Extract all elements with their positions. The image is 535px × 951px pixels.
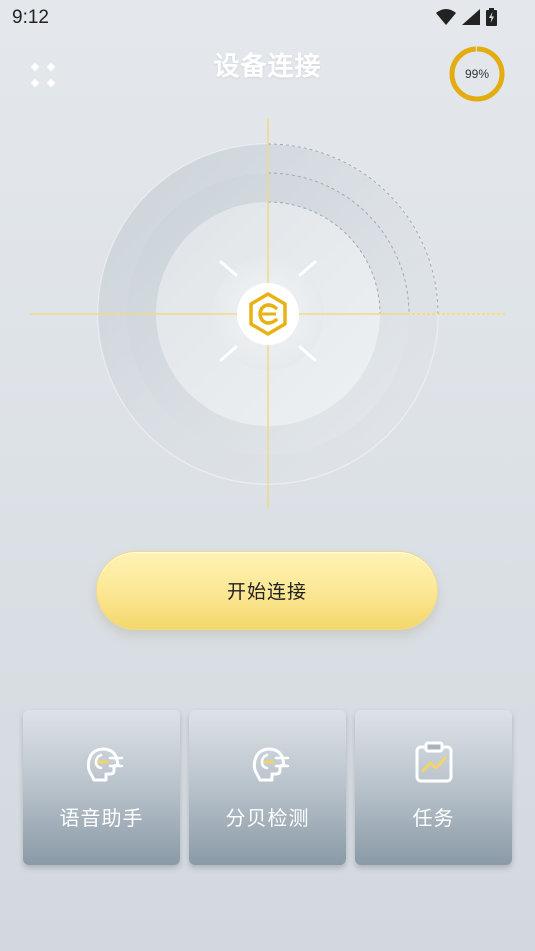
grid-dots-icon[interactable] <box>28 60 62 94</box>
voice-assistant-icon <box>86 747 123 782</box>
status-icons <box>436 8 497 26</box>
brand-logo-icon <box>237 283 299 345</box>
radar-scanner <box>30 118 505 508</box>
tile-task[interactable]: 任务 <box>355 710 512 865</box>
wifi-icon <box>436 9 456 25</box>
tile-task-label: 任务 <box>412 806 455 830</box>
feature-tiles: 语音助手 分贝检测 任务 <box>23 710 513 866</box>
tile-decibel-detect[interactable]: 分贝检测 <box>189 710 346 865</box>
tile-decibel-detect-label: 分贝检测 <box>225 806 310 830</box>
tile-voice-assistant-label: 语音助手 <box>59 806 144 830</box>
tile-voice-assistant[interactable]: 语音助手 <box>23 710 180 865</box>
start-connect-label: 开始连接 <box>226 581 307 603</box>
status-time: 9:12 <box>12 7 49 28</box>
signal-icon <box>462 9 480 25</box>
status-bar: 9:12 <box>0 0 535 36</box>
start-connect-button[interactable]: 开始连接 <box>96 551 438 630</box>
battery-indicator: 99% <box>448 45 506 103</box>
battery-charging-icon <box>486 8 497 26</box>
decibel-detect-icon <box>252 747 289 782</box>
task-clipboard-icon <box>415 741 452 783</box>
battery-percent: 99% <box>464 67 490 81</box>
